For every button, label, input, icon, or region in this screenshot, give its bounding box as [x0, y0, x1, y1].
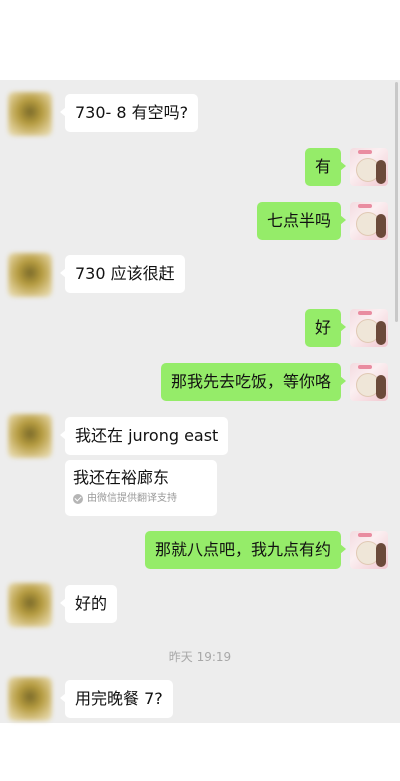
message-bubble-received[interactable]: 好的: [59, 585, 118, 623]
my-avatar[interactable]: [350, 309, 388, 347]
translation-card[interactable]: 我还在裕廊东 由微信提供翻译支持: [65, 460, 217, 516]
contact-avatar[interactable]: [8, 414, 52, 458]
translation-note: 由微信提供翻译支持: [73, 493, 209, 505]
check-circle-icon: [73, 494, 83, 504]
scrollbar[interactable]: [395, 82, 398, 322]
message-bubble-sent[interactable]: 有: [304, 148, 347, 186]
contact-avatar[interactable]: [8, 92, 52, 136]
message-bubble-received[interactable]: 730 应该很赶: [60, 255, 185, 293]
translation-text: 我还在裕廊东: [73, 468, 170, 487]
message-timestamp: 昨天 19:19: [168, 650, 232, 664]
message-bubble-sent[interactable]: 那我先去吃饭，等你咯: [160, 363, 347, 401]
my-avatar[interactable]: [350, 202, 388, 240]
contact-avatar[interactable]: [8, 583, 52, 627]
my-avatar[interactable]: [350, 363, 388, 401]
contact-avatar[interactable]: [8, 253, 52, 297]
contact-avatar[interactable]: [8, 677, 52, 721]
message-bubble-received[interactable]: 我还在 jurong east: [59, 417, 229, 455]
my-avatar[interactable]: [350, 531, 388, 569]
message-bubble-received[interactable]: 730- 8 有空吗?: [59, 94, 199, 132]
message-bubble-sent[interactable]: 那就八点吧，我九点有约: [144, 531, 347, 569]
message-bubble-received[interactable]: 用完晚餐 7?: [60, 680, 173, 718]
translation-note-label: 由微信提供翻译支持: [87, 493, 177, 504]
message-bubble-sent[interactable]: 七点半吗: [256, 202, 347, 240]
my-avatar[interactable]: [350, 148, 388, 186]
message-bubble-sent[interactable]: 好: [304, 309, 347, 347]
